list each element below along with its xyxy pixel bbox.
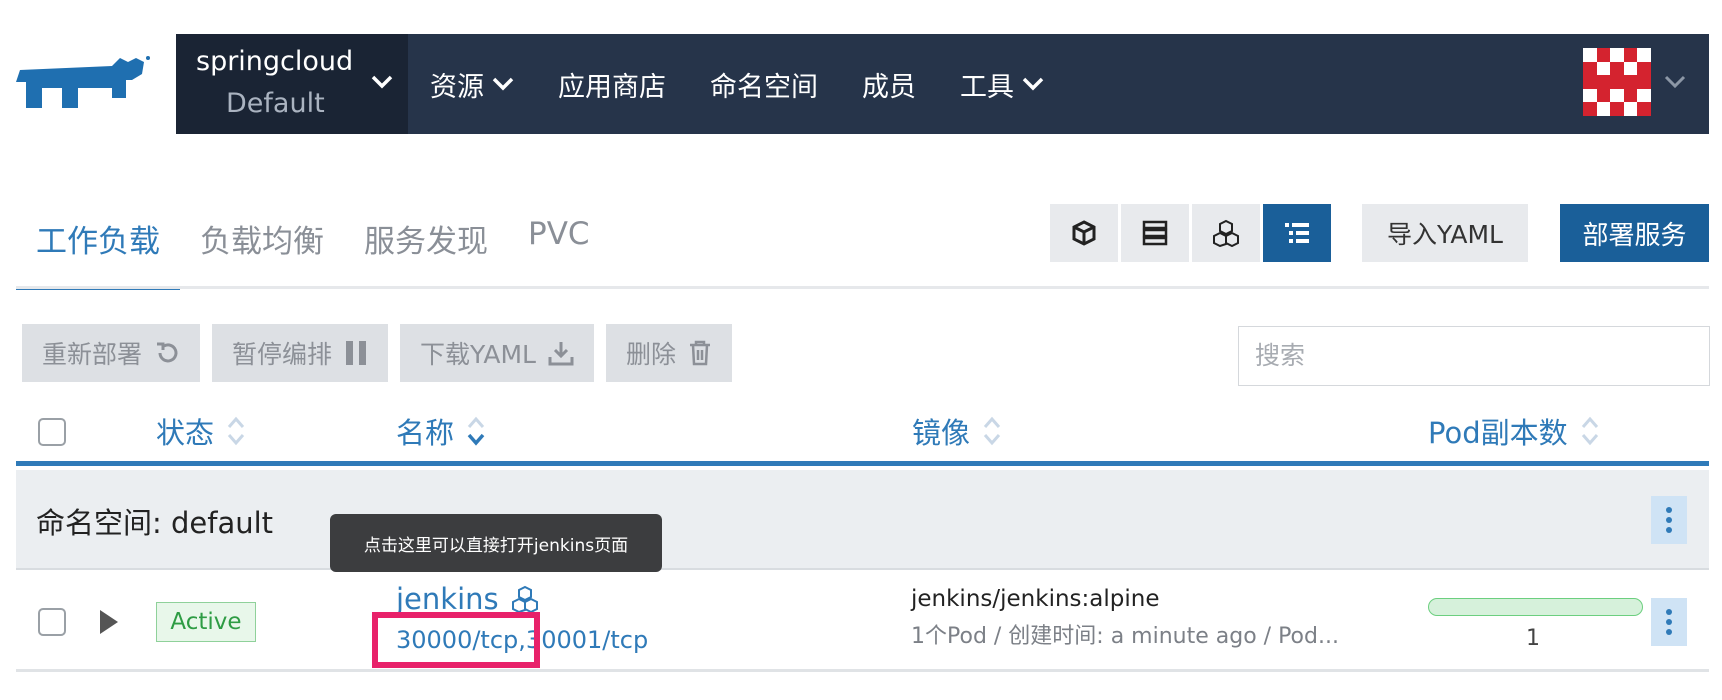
namespace-group-label: 命名空间: default (36, 506, 274, 540)
redeploy-label: 重新部署 (42, 340, 143, 369)
tab-workloads[interactable]: 工作负载 (16, 200, 180, 290)
sort-icon (1581, 416, 1598, 446)
nav-app-store[interactable]: 应用商店 (558, 65, 666, 104)
chevron-down-icon (371, 75, 393, 89)
main-menu: 资源 应用商店 命名空间 成员 工具 (430, 34, 1088, 134)
table-row: Active jenkins 30000/tcp,30001/tcp jenki… (16, 572, 1709, 672)
redeploy-button[interactable]: 重新部署 (22, 324, 201, 382)
user-menu[interactable] (1583, 48, 1687, 116)
nav-resources-label: 资源 (430, 71, 484, 103)
cube-icon (1072, 220, 1096, 246)
status-badge: Active (156, 602, 256, 642)
sort-icon (227, 416, 245, 446)
port-link-30000[interactable]: 30000/tcp (396, 626, 518, 654)
deploy-service-button[interactable]: 部署服务 (1560, 204, 1709, 262)
undo-icon (157, 342, 178, 363)
kebab-icon (1666, 609, 1672, 635)
column-pod-replicas-label: Pod副本数 (1428, 416, 1568, 450)
expand-caret-icon[interactable] (98, 608, 120, 636)
workload-meta: 1个Pod / 创建时间: a minute ago / Pod... (911, 624, 1339, 649)
view-node-button[interactable] (1050, 204, 1118, 262)
view-namespace-list-button[interactable] (1263, 204, 1331, 262)
nav-app-store-label: 应用商店 (558, 71, 666, 103)
column-pod-replicas[interactable]: Pod副本数 (1428, 410, 1600, 452)
image-name: jenkins/jenkins:alpine (911, 586, 1160, 612)
cubes-icon (511, 585, 538, 613)
project-name: Default (226, 88, 325, 119)
column-image[interactable]: 镜像 (912, 410, 1002, 452)
column-state-label: 状态 (156, 416, 215, 450)
top-navbar: springcloud Default 资源 应用商店 命名空间 成员 工具 (176, 34, 1709, 134)
download-icon (548, 342, 574, 366)
download-label: 下载YAML (420, 340, 536, 369)
workload-name-link[interactable]: jenkins (396, 582, 539, 616)
chevron-down-icon (1022, 77, 1044, 91)
page: springcloud Default 资源 应用商店 命名空间 成员 工具 工… (0, 0, 1722, 700)
chevron-down-icon (492, 77, 514, 91)
nav-tools-label: 工具 (960, 71, 1014, 103)
row-actions-button[interactable] (1651, 598, 1687, 646)
port-links: 30000/tcp,30001/tcp (396, 626, 648, 654)
nav-namespaces-label: 命名空间 (710, 71, 818, 103)
row-checkbox[interactable] (38, 608, 66, 636)
trash-icon (689, 340, 710, 366)
nav-namespaces[interactable]: 命名空间 (710, 65, 818, 104)
tab-divider (16, 286, 1709, 289)
port-separator: , (518, 626, 526, 654)
list-icon (1285, 223, 1309, 243)
bulk-actions: 重新部署 暂停编排 下载YAML 删除 (22, 324, 744, 382)
server-icon (1142, 220, 1168, 246)
nav-members[interactable]: 成员 (862, 65, 916, 104)
rancher-logo[interactable] (16, 52, 154, 118)
tooltip: 点击这里可以直接打开jenkins页面 (330, 514, 662, 572)
select-all-checkbox[interactable] (38, 418, 66, 446)
cluster-name: springcloud (196, 46, 354, 77)
column-name-label: 名称 (396, 416, 455, 450)
cubes-icon (1213, 219, 1239, 247)
nav-resources[interactable]: 资源 (430, 65, 514, 104)
view-list-flat-button[interactable] (1121, 204, 1189, 262)
nav-members-label: 成员 (862, 71, 916, 103)
delete-button[interactable]: 删除 (605, 324, 732, 382)
cluster-project-switcher[interactable]: springcloud Default (176, 34, 408, 134)
kebab-icon (1666, 507, 1672, 533)
group-actions-button[interactable] (1651, 496, 1687, 544)
view-mode-group (1050, 204, 1334, 262)
port-link-30001[interactable]: 30001/tcp (526, 626, 648, 654)
tab-service-discovery[interactable]: 服务发现 (344, 200, 508, 290)
chevron-down-icon (1664, 75, 1686, 89)
pause-label: 暂停编排 (232, 340, 333, 369)
tab-bar: 工作负载 负载均衡 服务发现 PVC (16, 200, 610, 290)
tab-pvc[interactable]: PVC (508, 200, 610, 290)
sort-desc-icon (467, 416, 485, 446)
pod-count: 1 (1526, 626, 1540, 651)
column-state[interactable]: 状态 (156, 410, 246, 452)
pause-orchestration-button[interactable]: 暂停编排 (212, 324, 389, 382)
column-image-label: 镜像 (912, 416, 971, 450)
search-input[interactable] (1238, 326, 1710, 386)
download-yaml-button[interactable]: 下载YAML (400, 324, 594, 382)
pause-icon (346, 341, 367, 365)
import-yaml-button[interactable]: 导入YAML (1362, 204, 1528, 262)
nav-tools[interactable]: 工具 (960, 65, 1044, 104)
view-group-button[interactable] (1192, 204, 1260, 262)
table-header: 状态 名称 镜像 Pod副本数 (16, 404, 1709, 466)
column-name[interactable]: 名称 (396, 410, 486, 452)
pod-progress-bar (1428, 598, 1643, 616)
delete-label: 删除 (625, 340, 676, 369)
namespace-group-row: 命名空间: default (16, 470, 1709, 570)
avatar (1583, 48, 1651, 116)
sort-icon (983, 416, 1001, 446)
tab-load-balancing[interactable]: 负载均衡 (180, 200, 344, 290)
workload-name: jenkins (396, 582, 499, 616)
